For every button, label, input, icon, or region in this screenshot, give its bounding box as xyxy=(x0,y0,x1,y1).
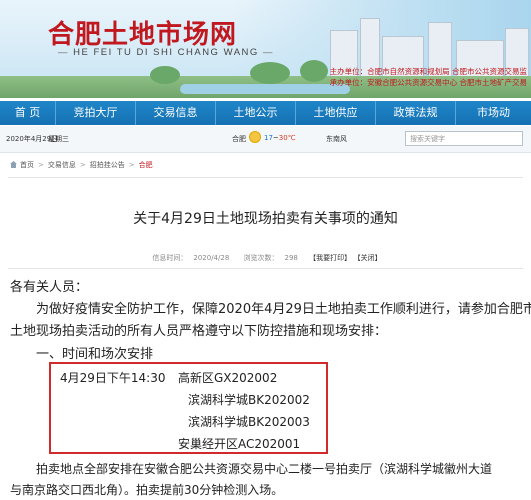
breadcrumb-current[interactable]: 合肥 xyxy=(139,161,153,169)
meta-views: 浏览次数： 298 xyxy=(243,254,298,262)
banner-tree xyxy=(150,66,180,84)
close-link[interactable]: 【关闭】 xyxy=(357,254,382,262)
banner-tree xyxy=(300,60,328,82)
paragraph-2-line-1: 拍卖地点全部安排在安徽合肥公共资源交易中心二楼一号拍卖厅（滨湖科学城徽州大道 xyxy=(36,462,493,476)
search-input[interactable] xyxy=(406,132,524,145)
site-title: 合肥土地市场网 xyxy=(48,20,238,50)
host-info: 主办单位：合肥市自然资源和规划局 合肥市公共资源交易监 承办单位：安徽合肥公共资… xyxy=(330,66,527,88)
article-meta: 信息时间： 2020/4/28 浏览次数： 298 【我要打印】 【关闭】 xyxy=(0,253,531,263)
paragraph-1-line-2: 土地现场拍卖活动的所有人员严格遵守以下防控措施和现场安排： xyxy=(10,324,388,339)
section-heading: 一、时间和场次安排 xyxy=(36,347,154,362)
schedule-item: 安巢经开区AC202001 xyxy=(178,437,301,451)
sun-icon xyxy=(249,131,261,143)
schedule-item: 滨湖科学城BK202003 xyxy=(188,415,310,429)
nav-home[interactable]: 首 页 xyxy=(0,101,56,125)
breadcrumb: 首页 > 交易信息 > 招拍挂公告 > 合肥 xyxy=(10,160,153,170)
banner-tree xyxy=(250,62,290,84)
main-nav: 首 页 竞拍大厅 交易信息 土地公示 土地供应 政策法规 市场动 xyxy=(0,101,531,125)
paragraph-2-line-2: 与南京路交口西北角）。拍卖提前30分钟检测入场。 xyxy=(10,483,284,497)
weather-city: 合肥 xyxy=(232,135,246,143)
host-line-1: 主办单位：合肥市自然资源和规划局 合肥市公共资源交易监 xyxy=(329,67,527,76)
nav-bidding-hall[interactable]: 竞拍大厅 xyxy=(56,101,136,125)
meta-divider xyxy=(8,268,523,269)
print-link[interactable]: 【我要打印】 xyxy=(309,254,351,262)
current-weekday: 星期三 xyxy=(48,135,69,143)
breadcrumb-notice[interactable]: 招拍挂公告 xyxy=(90,161,125,169)
info-bar: 2020年4月29日 星期三 合肥 17~30℃ 东南风 xyxy=(0,126,531,153)
nav-land-notice[interactable]: 土地公示 xyxy=(216,101,296,125)
meta-date: 信息时间： 2020/4/28 xyxy=(152,254,230,262)
home-icon xyxy=(10,161,17,168)
greeting: 各有关人员： xyxy=(10,280,89,295)
breadcrumb-trade-info[interactable]: 交易信息 xyxy=(48,161,76,169)
site-subtitle: — HE FEI TU DI SHI CHANG WANG — xyxy=(58,47,274,58)
nav-land-supply[interactable]: 土地供应 xyxy=(296,101,376,125)
divider xyxy=(8,177,523,178)
schedule-item: 滨湖科学城BK202002 xyxy=(188,393,310,407)
site-banner: 合肥土地市场网 — HE FEI TU DI SHI CHANG WANG — … xyxy=(0,0,531,98)
banner-water xyxy=(180,84,350,94)
schedule-time: 4月29日下午14:30 xyxy=(60,371,166,385)
article-title: 关于4月29日土地现场拍卖有关事项的通知 xyxy=(133,211,398,227)
nav-trade-info[interactable]: 交易信息 xyxy=(136,101,216,125)
paragraph-1-line-1: 为做好疫情安全防护工作，保障2020年4月29日土地拍卖工作顺利进行，请参加合肥… xyxy=(36,302,531,317)
weather-wind: 东南风 xyxy=(326,135,347,143)
weather-temp: 17~30℃ xyxy=(264,134,296,142)
host-line-2: 承办单位：安徽合肥公共资源交易中心 合肥市土地矿产交易 xyxy=(329,78,527,87)
schedule-item: 高新区GX202002 xyxy=(178,371,278,385)
breadcrumb-home[interactable]: 首页 xyxy=(20,161,34,169)
nav-policy[interactable]: 政策法规 xyxy=(376,101,456,125)
search-box xyxy=(405,131,524,146)
nav-market[interactable]: 市场动 xyxy=(456,101,531,125)
